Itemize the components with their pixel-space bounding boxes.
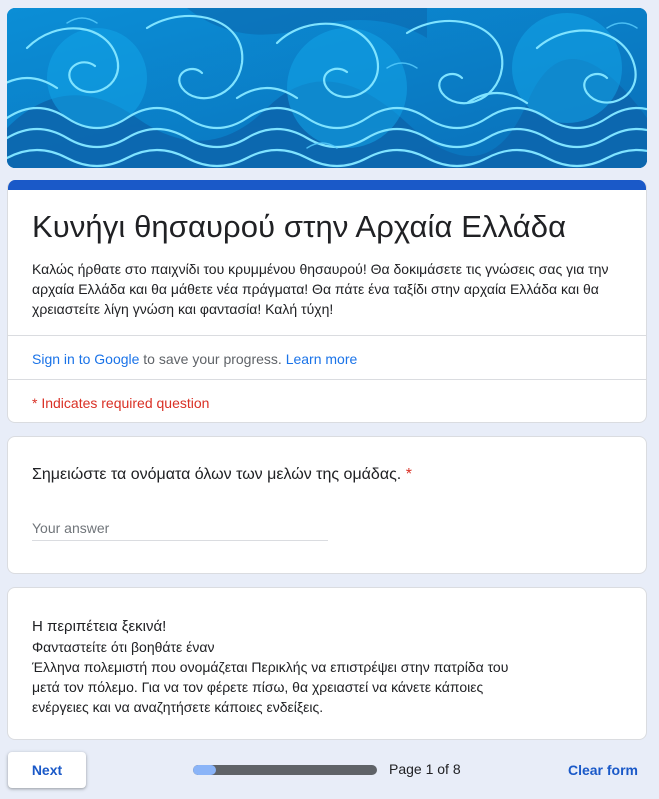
form-title: Κυνήγι θησαυρού στην Αρχαία Ελλάδα [32, 209, 567, 244]
signin-link[interactable]: Sign in to Google [32, 351, 139, 367]
accent-bar [8, 180, 646, 190]
answer-input[interactable] [32, 516, 328, 541]
question-title: Σημειώστε τα ονόματα όλων των μελών της … [32, 464, 412, 486]
form-description: Καλώς ήρθατε στο παιχνίδι του κρυμμένου … [32, 261, 609, 317]
header-banner-image [7, 8, 647, 168]
waves-pattern-icon [7, 8, 647, 168]
progress-bar [193, 765, 377, 775]
clear-form-button[interactable]: Clear form [556, 752, 650, 788]
signin-text: to save your progress. [139, 351, 286, 367]
learn-more-link[interactable]: Learn more [286, 351, 358, 367]
info-card: Η περιπέτεια ξεκινά! Φανταστείτε ότι βοη… [7, 587, 647, 740]
question-card: Σημειώστε τα ονόματα όλων των μελών της … [7, 436, 647, 574]
question-text: Σημειώστε τα ονόματα όλων των μελών της … [32, 466, 402, 483]
next-button[interactable]: Next [8, 752, 86, 788]
info-text: Η περιπέτεια ξεκινά! Φανταστείτε ότι βοη… [32, 617, 508, 717]
required-note: * Indicates required question [32, 395, 210, 411]
info-line: Φανταστείτε ότι βοηθάτε έναν [32, 639, 215, 655]
page-indicator: Page 1 of 8 [389, 761, 461, 777]
form-header-card: Κυνήγι θησαυρού στην Αρχαία Ελλάδα Καλώς… [7, 180, 647, 423]
info-heading: Η περιπέτεια ξεκινά! [32, 618, 167, 635]
progress-fill [193, 765, 216, 775]
info-line: Έλληνα πολεμιστή που ονομάζεται Περικλής… [32, 659, 509, 675]
required-asterisk: * [405, 466, 412, 483]
signin-row: Sign in to Google to save your progress.… [8, 336, 646, 379]
info-line: μετά τον πόλεμο. Για να τον φέρετε πίσω,… [32, 679, 484, 695]
info-line: ενέργειες και να αναζητήσετε κάποιες ενδ… [32, 699, 324, 715]
